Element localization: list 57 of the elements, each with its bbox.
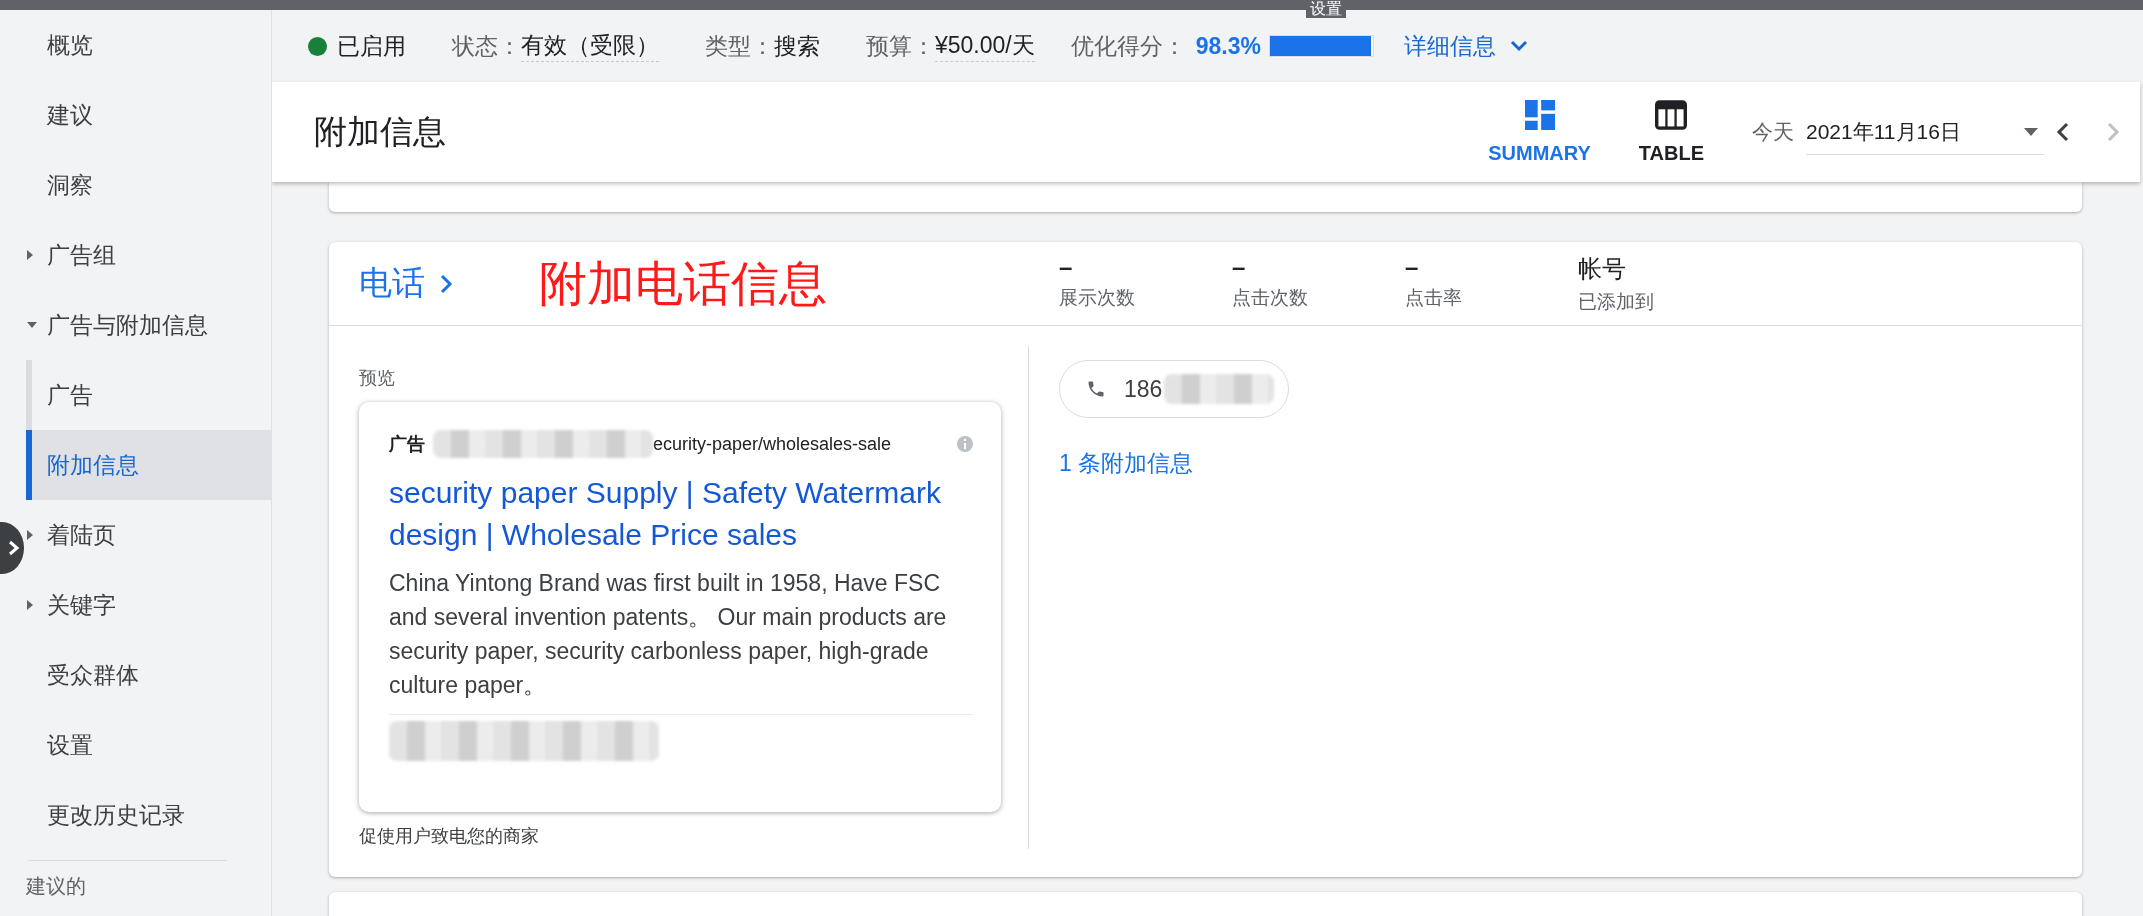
stat-label: 点击率 <box>1405 285 1462 310</box>
sidebar-item[interactable]: 设置 <box>26 710 271 780</box>
stat-label: 已添加到 <box>1578 289 1654 314</box>
sidebar-item[interactable]: 着陆页 <box>26 500 271 570</box>
score-value: 98.3% <box>1195 32 1261 60</box>
sidebar-item[interactable]: 概览 <box>26 10 271 80</box>
stat-value: 帐号 <box>1578 253 1626 284</box>
stat-value: – <box>1232 252 1246 281</box>
field-label: 预算： <box>866 31 935 61</box>
date-dropdown[interactable]: 2021年11月16日 <box>1806 109 2044 155</box>
extensions-link[interactable]: 1 条附加信息 <box>1059 448 1194 479</box>
dashboard-icon <box>1524 99 1555 130</box>
ad-url: ecurity-paper/wholesales-sale <box>653 433 892 455</box>
annotation-text: 附加电话信息 <box>539 255 828 312</box>
window-title: 设置 <box>1306 0 1346 18</box>
details-link[interactable]: 详细信息 <box>1403 30 1496 62</box>
phone-icon <box>1086 379 1106 399</box>
date-label: 今天 <box>1752 119 1794 145</box>
sidebar-item[interactable]: 受众群体 <box>26 640 271 710</box>
stat-value: – <box>1059 252 1073 281</box>
sidebar-item[interactable]: 关键字 <box>26 570 271 640</box>
preview-label: 预览 <box>359 367 395 390</box>
field-value: 搜索 <box>774 31 820 61</box>
ad-label: 广告 <box>389 433 425 456</box>
view-tab[interactable]: TABLE <box>1638 99 1704 165</box>
stat-label: 点击次数 <box>1232 285 1308 310</box>
field-value: 有效（受限） <box>521 30 659 62</box>
field-label: 优化得分： <box>1070 31 1186 61</box>
field-label: 状态： <box>452 31 521 61</box>
chevron-down-icon[interactable] <box>1509 40 1528 52</box>
ad-description: China Yintong Brand was first built in 1958, Have FSC and several invention patents。 Our main products are security paper, security carbonless paper, high-grade culture paper。 <box>389 566 973 715</box>
page-title: 附加信息 <box>314 111 447 152</box>
sidebar-item[interactable]: 广告组 <box>26 220 271 290</box>
sidebar-item[interactable]: 更改历史记录 <box>26 780 271 850</box>
preview-caption: 促使用户致电您的商家 <box>359 825 539 848</box>
expand-arrow-icon[interactable] <box>26 599 34 611</box>
section-label: 建议的 <box>25 874 86 899</box>
field-label: 类型： <box>705 31 774 61</box>
expand-arrow-icon[interactable] <box>26 321 38 329</box>
expand-arrow-icon[interactable] <box>26 529 34 541</box>
sidebar-item[interactable]: 广告与附加信息 <box>26 290 271 360</box>
expand-arrow-icon[interactable] <box>26 249 34 261</box>
card-title-link[interactable]: 电话 <box>359 261 539 306</box>
sidebar-subitem[interactable]: 附加信息 <box>26 430 271 500</box>
stat-label: 展示次数 <box>1059 285 1135 310</box>
view-tab[interactable]: SUMMARY <box>1488 99 1591 165</box>
table-icon <box>1655 99 1688 130</box>
chevron-right-icon <box>439 272 453 295</box>
stat-value: – <box>1405 252 1419 281</box>
dropdown-arrow-icon[interactable] <box>2024 127 2038 136</box>
sidebar-item[interactable]: 建议 <box>26 80 271 150</box>
status-text: 已启用 <box>337 31 406 61</box>
previous-icon[interactable] <box>2056 122 2070 142</box>
field-value: ¥50.00/天 <box>935 30 1035 62</box>
ad-headline[interactable]: security paper Supply | Safety Watermark design | Wholesale Price sales <box>389 472 973 556</box>
sidebar-item[interactable]: 洞察 <box>26 150 271 220</box>
phone-number: 186 <box>1124 375 1163 403</box>
